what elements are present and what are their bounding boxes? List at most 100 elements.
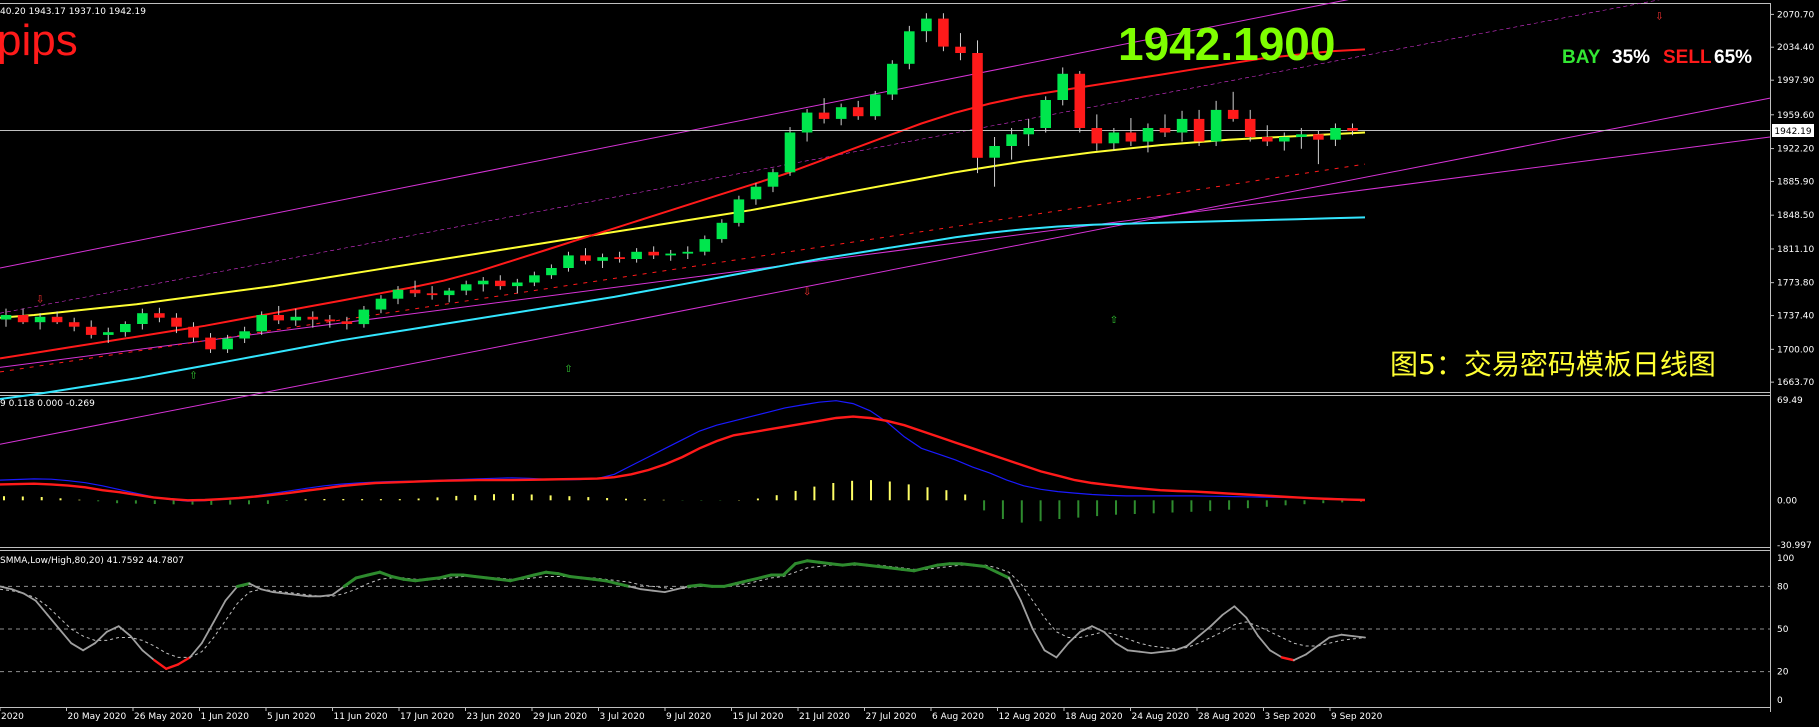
price-tick-label: 1773.80 [1777, 279, 1814, 289]
candle-body [205, 337, 216, 350]
candle-body [1296, 134, 1307, 137]
candle-body [68, 322, 80, 327]
stochastic-tick-label: 50 [1777, 625, 1789, 635]
date-tick-label: 27 Jul 2020 [866, 712, 917, 722]
date-tick-label: 9 Sep 2020 [1331, 712, 1383, 722]
stochastic-main-segment [402, 577, 417, 583]
candle-body [699, 239, 711, 252]
price-box: 1942.19 [1772, 124, 1814, 137]
date-tick-label: 9 Jul 2020 [666, 712, 711, 722]
candle-body [580, 255, 591, 261]
price-tick-label: 2070.70 [1777, 10, 1814, 20]
date-tick-label: 5 Jun 2020 [267, 712, 316, 722]
date-tick-label: 3 Jul 2020 [600, 712, 645, 722]
stochastic-main-segment [698, 583, 714, 588]
candle-body [665, 253, 676, 256]
price-tick-label: 1737.40 [1777, 312, 1814, 322]
date-tick-label: 23 Jun 2020 [467, 712, 521, 722]
candle-body [1176, 118, 1188, 133]
candle-body [477, 280, 489, 285]
candle-body [460, 284, 472, 291]
date-tick-label: 18 Aug 2020 [1065, 712, 1123, 722]
stochastic-main-segment [900, 567, 916, 573]
candle-body [972, 53, 983, 158]
candle-body [256, 315, 267, 332]
stochastic-main-segment [568, 575, 584, 580]
stochastic-tick-label: 100 [1777, 554, 1794, 564]
price-tick-label: 1885.90 [1777, 177, 1814, 187]
price-tick-label: 1700.00 [1777, 345, 1814, 355]
candle-body [597, 257, 608, 261]
stochastic-main-segment [971, 563, 987, 568]
candle-body [188, 326, 199, 338]
stochastic-main-segment [865, 563, 880, 568]
price-tick-label: 1959.60 [1777, 111, 1814, 121]
candle-body [614, 257, 625, 259]
candle-body [1091, 128, 1103, 144]
date-tick-label: 21 Jul 2020 [799, 712, 850, 722]
date-tick-label: 6 Aug 2020 [932, 712, 984, 722]
stochastic-main-segment [485, 576, 500, 581]
price-tick-label: 1922.20 [1777, 145, 1814, 155]
candle-body [921, 18, 932, 32]
macd-tick-label: -30.997 [1777, 541, 1812, 551]
candle-body [887, 63, 898, 95]
candle-body [852, 107, 864, 117]
stochastic-main-segment [413, 577, 429, 583]
candle-body [34, 316, 46, 323]
candle-body [443, 290, 455, 296]
candle-body [409, 289, 421, 294]
trading-chart[interactable]: ⇩ ⇩ ⇩ ⇧ ⇧ ⇧ 2070.70 2034.40 1997.90 1959.60 1922.… [0, 0, 1819, 727]
candle-body [835, 107, 847, 119]
candle [870, 90, 881, 120]
stochastic-main-segment [876, 565, 892, 570]
sell-label: SELL [1663, 47, 1712, 68]
stochastic-main-segment [580, 576, 595, 581]
candle-body [1040, 100, 1051, 128]
current-price-big: 1942.1900 [1118, 18, 1335, 70]
stochastic-tick-label: 20 [1777, 668, 1789, 678]
candle [972, 40, 983, 174]
candle-body [546, 268, 557, 276]
candle-body [1125, 132, 1137, 142]
price-tick-label: 2034.40 [1777, 43, 1814, 53]
chart-caption: 图5：交易密码模板日线图 [1390, 348, 1716, 381]
arrow-down-icon: ⇩ [1655, 12, 1663, 23]
candle-body [103, 332, 114, 335]
date-tick-label: 12 Aug 2020 [999, 712, 1057, 722]
candle-body [512, 282, 523, 287]
price-tick-label: 1848.50 [1777, 211, 1814, 221]
candle [904, 25, 915, 70]
price-box-label: 1942.19 [1774, 127, 1811, 137]
arrow-down-icon: ⇩ [803, 287, 811, 298]
candle-body [375, 298, 387, 310]
stochastic-main-segment [686, 583, 702, 588]
arrow-down-icon: ⇩ [36, 294, 44, 305]
candle-body [495, 280, 506, 287]
price-tick-label: 1663.70 [1777, 378, 1814, 388]
date-tick-label: 17 Jun 2020 [400, 712, 454, 722]
date-tick-label: 29 Jun 2020 [533, 712, 587, 722]
candle-body [563, 255, 574, 268]
sell-percent: 65% [1714, 47, 1752, 68]
candle-body [1279, 137, 1290, 142]
candle [887, 60, 898, 100]
candle [938, 13, 949, 52]
bay-label: BAY [1562, 47, 1601, 68]
candle-body [17, 315, 29, 323]
candle-body [1023, 128, 1034, 135]
date-tick-label: 15 Jul 2020 [733, 712, 784, 722]
macd-tick-label: 0.00 [1777, 496, 1797, 506]
candle-body [273, 315, 284, 321]
stochastic-tick-label: 80 [1777, 582, 1789, 592]
candle-body [51, 316, 63, 323]
arrow-up-icon: ⇧ [1110, 315, 1118, 326]
candle-body [1244, 118, 1256, 137]
candle-body [750, 186, 762, 200]
candle-body [1142, 128, 1154, 142]
stochastic-tick-label: 0 [1777, 696, 1783, 706]
stochastic-main-segment [817, 560, 833, 566]
candle-body [733, 199, 745, 223]
stochastic-main-segment [544, 570, 560, 576]
candle-body [324, 319, 336, 322]
